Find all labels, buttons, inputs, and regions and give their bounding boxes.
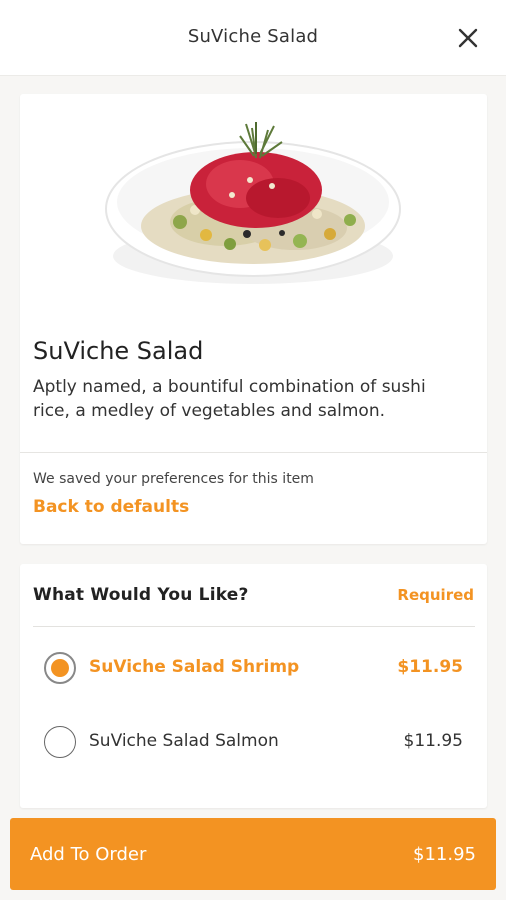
divider — [20, 452, 487, 453]
option-salmon[interactable]: SuViche Salad Salmon $11.95 — [33, 714, 475, 770]
required-badge: Required — [397, 586, 474, 604]
options-heading: What Would You Like? — [33, 585, 249, 605]
options-card: What Would You Like? Required SuViche Sa… — [20, 564, 487, 808]
divider — [33, 626, 475, 627]
item-title: SuViche Salad — [33, 337, 204, 365]
close-button[interactable] — [448, 20, 488, 56]
item-card: SuViche Salad Aptly named, a bountiful c… — [20, 94, 487, 544]
saved-preferences-note: We saved your preferences for this item — [33, 471, 314, 487]
modal-title: SuViche Salad — [187, 26, 319, 47]
add-to-order-button[interactable]: Add To Order $11.95 — [10, 818, 496, 890]
add-to-order-label: Add To Order — [30, 844, 147, 865]
close-icon — [458, 28, 478, 48]
radio-unselected[interactable] — [44, 726, 76, 758]
modal-header: SuViche Salad — [0, 0, 506, 76]
add-to-order-price: $11.95 — [413, 844, 476, 865]
radio-selected[interactable] — [44, 652, 76, 684]
option-price: $11.95 — [403, 731, 463, 751]
back-to-defaults-link[interactable]: Back to defaults — [33, 497, 189, 517]
option-label: SuViche Salad Shrimp — [89, 657, 300, 677]
option-shrimp[interactable]: SuViche Salad Shrimp $11.95 — [33, 640, 475, 696]
dish-image — [105, 122, 401, 284]
option-label: SuViche Salad Salmon — [89, 731, 279, 751]
option-price: $11.95 — [397, 657, 463, 677]
item-description: Aptly named, a bountiful combination of … — [33, 377, 426, 421]
